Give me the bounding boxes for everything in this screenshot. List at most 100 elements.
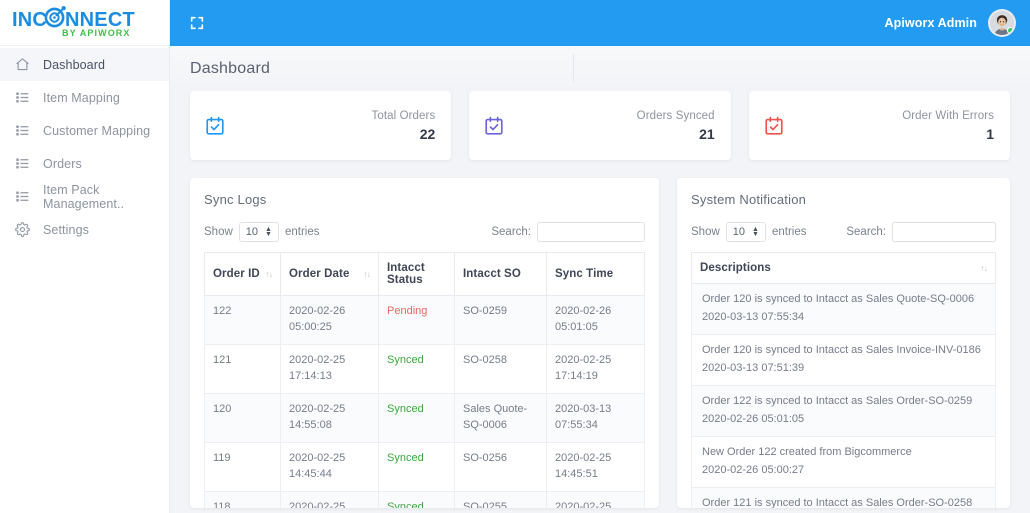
page-size-select[interactable]: 10 ▲ ▼ xyxy=(725,222,766,242)
sync-logs-thead: Order ID ↑↓ Order Date ↑↓ Intacct Status I… xyxy=(204,252,645,296)
entries-label: entries xyxy=(771,226,807,238)
list-icon xyxy=(14,189,30,205)
notification-timestamp: 2020-03-13 07:55:34 xyxy=(702,310,805,323)
cell-status: Synced xyxy=(378,441,455,492)
list-icon xyxy=(14,123,30,139)
entries-label: entries xyxy=(284,226,320,238)
col-order-date[interactable]: Order Date ↑↓ xyxy=(280,252,379,296)
search-input[interactable] xyxy=(892,222,996,242)
cell-description: Order 120 is synced to Intacct as Sales … xyxy=(691,333,996,386)
sidebar-item-item-mapping[interactable]: Item Mapping xyxy=(0,81,169,114)
list-item[interactable]: Order 120 is synced to Intacct as Sales … xyxy=(691,283,996,335)
stat-value: 1 xyxy=(986,125,994,142)
col-label: Sync Time xyxy=(555,268,614,280)
sidebar-item-settings[interactable]: Settings xyxy=(0,213,169,246)
system-notification-table: Descriptions ↑↓ Order 120 is synced to In… xyxy=(691,252,996,508)
cell-order-id: 121 xyxy=(204,343,281,394)
col-label: Intacct Status xyxy=(387,262,425,286)
cell-sync-time: 2020-02-26 05:01:05 xyxy=(546,295,645,345)
sidebar-item-orders[interactable]: Orders xyxy=(0,147,169,180)
stat-value: 21 xyxy=(699,125,715,142)
list-item[interactable]: New Order 122 created from Bigcommerce 2… xyxy=(691,435,996,488)
chevron-updown-icon: ▲ ▼ xyxy=(265,226,272,238)
cell-sync-time: 2020-02-25 14:45:51 xyxy=(546,441,645,492)
notification-timestamp: 2020-02-26 05:01:05 xyxy=(702,412,805,425)
stat-label: Order With Errors xyxy=(902,109,994,122)
cell-intacct-so: SO-0258 xyxy=(454,343,547,394)
cell-order-date: 2020-02-25 14:45:44 xyxy=(280,441,379,492)
col-intacct-status[interactable]: Intacct Status xyxy=(378,252,455,296)
home-icon xyxy=(14,57,30,73)
col-label: Intacct SO xyxy=(463,268,521,280)
page-size-select[interactable]: 10 ▲ ▼ xyxy=(238,222,279,242)
system-notification-panel: System Notification Show 10 ▲ ▼ entries S… xyxy=(677,178,1010,508)
sidebar-item-dashboard[interactable]: Dashboard xyxy=(0,48,169,81)
sync-logs-table: Order ID ↑↓ Order Date ↑↓ Intacct Status I… xyxy=(204,252,645,508)
table-row[interactable]: 120 2020-02-25 14:55:08 Synced Sales Quo… xyxy=(204,392,645,443)
gear-icon xyxy=(14,222,30,238)
svg-text:INC: INC xyxy=(12,9,47,31)
search-input[interactable] xyxy=(537,222,645,242)
sort-icon: ↑↓ xyxy=(363,269,371,279)
avatar[interactable] xyxy=(988,9,1016,37)
cell-intacct-so: SO-0259 xyxy=(454,295,547,345)
dashboard-content: Total Orders 22 Orders Synced 21 Order W… xyxy=(170,91,1030,513)
col-intacct-so[interactable]: Intacct SO xyxy=(454,252,547,296)
list-item[interactable]: Order 122 is synced to Intacct as Sales … xyxy=(691,384,996,437)
col-descriptions[interactable]: Descriptions ↑↓ xyxy=(691,252,996,284)
user-name-label: Apiworx Admin xyxy=(884,16,977,30)
table-row[interactable]: 122 2020-02-26 05:00:25 Pending SO-0259 … xyxy=(204,295,645,345)
notification-timestamp: 2020-03-13 07:51:39 xyxy=(702,361,805,374)
stats-row: Total Orders 22 Orders Synced 21 Order W… xyxy=(190,91,1010,160)
main-region: Apiworx Admin Dashboard Total Orders 22 … xyxy=(170,0,1030,513)
search-label: Search: xyxy=(491,226,531,238)
calendar-check-icon xyxy=(483,115,505,137)
page-title-bar: Dashboard xyxy=(170,46,1030,91)
brand-logo[interactable]: INC NNECT BY APIWORX xyxy=(0,0,169,46)
inconnect-logo-icon: INC NNECT BY APIWORX xyxy=(12,5,134,38)
sync-logs-title: Sync Logs xyxy=(204,192,267,207)
table-row[interactable]: 118 2020-02-25 14:10:45 Synced SO-0255 2… xyxy=(204,490,645,508)
show-label: Show xyxy=(691,226,720,238)
sidebar-nav: Dashboard Item Mapping Customer Mapping … xyxy=(0,46,169,246)
user-menu[interactable]: Apiworx Admin xyxy=(884,9,1016,37)
cell-description: Order 122 is synced to Intacct as Sales … xyxy=(691,384,996,437)
list-item[interactable]: Order 120 is synced to Intacct as Sales … xyxy=(691,333,996,386)
calendar-check-icon xyxy=(204,115,226,137)
sort-icon: ↑↓ xyxy=(265,269,273,279)
cell-status: Synced xyxy=(378,490,455,508)
cell-description: New Order 122 created from Bigcommerce 2… xyxy=(691,435,996,488)
stat-card-total-orders[interactable]: Total Orders 22 xyxy=(190,91,452,160)
list-icon xyxy=(14,156,30,172)
sidebar-item-item-pack-management[interactable]: Item Pack Management.. xyxy=(0,180,169,213)
sync-logs-tbody: 122 2020-02-26 05:00:25 Pending SO-0259 … xyxy=(204,295,645,508)
notification-thead: Descriptions ↑↓ xyxy=(691,252,996,284)
table-row[interactable]: 121 2020-02-25 17:14:13 Synced SO-0258 2… xyxy=(204,343,645,394)
cell-description: Order 121 is synced to Intacct as Sales … xyxy=(691,486,996,508)
sync-logs-table-scroll: Order ID ↑↓ Order Date ↑↓ Intacct Status I… xyxy=(204,252,645,508)
table-row[interactable]: 119 2020-02-25 14:45:44 Synced SO-0256 2… xyxy=(204,441,645,492)
sidebar-item-label: Dashboard xyxy=(43,57,106,72)
sidebar-item-customer-mapping[interactable]: Customer Mapping xyxy=(0,114,169,147)
list-item[interactable]: Order 121 is synced to Intacct as Sales … xyxy=(691,486,996,508)
title-divider xyxy=(573,54,574,82)
cell-intacct-so: SO-0255 xyxy=(454,490,547,508)
col-sync-time[interactable]: Sync Time xyxy=(546,252,645,296)
stat-label: Total Orders xyxy=(371,109,436,122)
notification-search: Search: xyxy=(846,222,996,242)
notification-text: New Order 122 created from Bigcommerce xyxy=(702,445,912,458)
cell-status: Synced xyxy=(378,392,455,443)
cell-sync-time: 2020-02-25 14:15:14 xyxy=(546,490,645,508)
cell-status: Pending xyxy=(378,295,455,345)
stat-card-order-with-errors[interactable]: Order With Errors 1 xyxy=(748,91,1010,160)
fullscreen-expand-icon[interactable] xyxy=(186,12,208,34)
col-label: Order ID xyxy=(213,268,260,280)
col-label: Descriptions xyxy=(700,262,771,274)
stat-label: Orders Synced xyxy=(636,109,715,122)
stat-card-orders-synced[interactable]: Orders Synced 21 xyxy=(469,91,731,160)
col-order-id[interactable]: Order ID ↑↓ xyxy=(204,252,281,296)
page-title: Dashboard xyxy=(190,59,271,77)
cell-description: Order 120 is synced to Intacct as Sales … xyxy=(691,283,996,335)
sidebar: INC NNECT BY APIWORX Dashboard Item Mapp… xyxy=(0,0,170,513)
notification-show-entries: Show 10 ▲ ▼ entries xyxy=(691,222,807,242)
